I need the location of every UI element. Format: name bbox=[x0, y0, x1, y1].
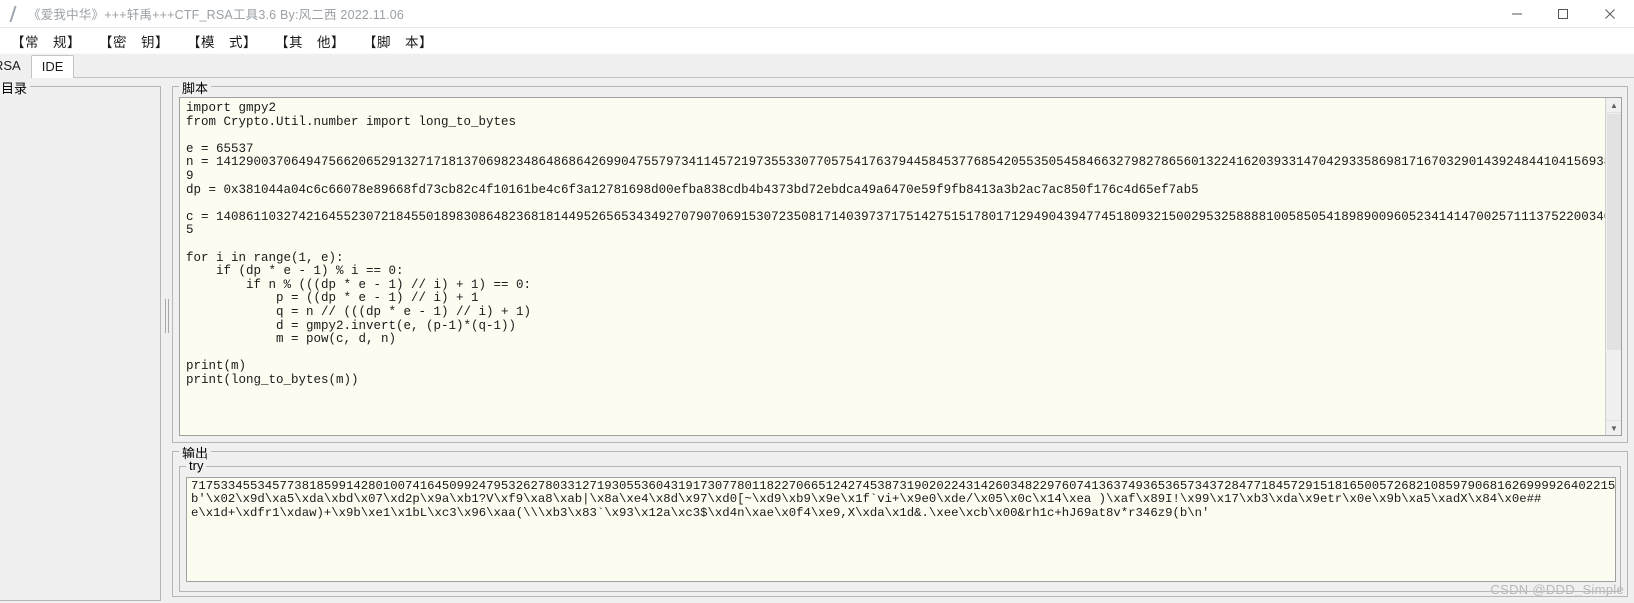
maximize-button[interactable] bbox=[1540, 0, 1586, 28]
title-bar: 《爱我中华》+++轩禹+++CTF_RSA工具3.6 By:风二西 2022.1… bbox=[0, 0, 1634, 28]
scroll-up-icon[interactable]: ▲ bbox=[1606, 98, 1621, 113]
app-logo-icon bbox=[6, 5, 22, 22]
menu-other[interactable]: 【其 他】 bbox=[266, 31, 354, 51]
output-group-box: 输出 try 717533455345773818599142801007416… bbox=[172, 443, 1628, 597]
panel-splitter[interactable] bbox=[163, 78, 172, 603]
watermark-label: CSDN @DDD_Simple bbox=[1490, 582, 1624, 597]
directory-group-title: 目录 bbox=[0, 78, 31, 97]
window-controls bbox=[1494, 0, 1634, 28]
menu-script[interactable]: 【脚 本】 bbox=[354, 31, 442, 51]
script-editor-text[interactable]: import gmpy2 from Crypto.Util.number imp… bbox=[180, 98, 1605, 435]
directory-panel: 目录 bbox=[0, 78, 163, 603]
script-scrollbar[interactable]: ▲ ▼ bbox=[1605, 98, 1621, 435]
output-text: 7175334553457738185991428010074164509924… bbox=[191, 479, 1616, 520]
tab-ide[interactable]: IDE bbox=[30, 55, 75, 78]
directory-group-box: 目录 bbox=[0, 78, 161, 601]
close-button[interactable] bbox=[1586, 0, 1634, 28]
script-group-title: 脚本 bbox=[179, 78, 212, 97]
menu-key[interactable]: 【密 钥】 bbox=[90, 31, 178, 51]
try-group-title: try bbox=[186, 458, 207, 473]
menu-general[interactable]: 【常 规】 bbox=[2, 31, 90, 51]
tab-rsa[interactable]: RSA bbox=[0, 55, 31, 78]
scroll-down-icon[interactable]: ▼ bbox=[1606, 420, 1621, 435]
try-group-box: try 717533455345773818599142801007416450… bbox=[179, 458, 1621, 592]
work-area: 目录 脚本 import gmpy2 from Crypto.Util.numb… bbox=[0, 78, 1634, 603]
window-title: 《爱我中华》+++轩禹+++CTF_RSA工具3.6 By:风二西 2022.1… bbox=[28, 8, 405, 22]
script-group-box: 脚本 import gmpy2 from Crypto.Util.number … bbox=[172, 78, 1628, 443]
menu-mode[interactable]: 【模 式】 bbox=[178, 31, 266, 51]
output-textarea[interactable]: 7175334553457738185991428010074164509924… bbox=[186, 477, 1616, 582]
scrollbar-thumb[interactable] bbox=[1607, 114, 1621, 350]
minimize-button[interactable] bbox=[1494, 0, 1540, 28]
splitter-grip[interactable] bbox=[165, 298, 169, 333]
script-editor[interactable]: import gmpy2 from Crypto.Util.number imp… bbox=[179, 97, 1622, 436]
editor-panel: 脚本 import gmpy2 from Crypto.Util.number … bbox=[172, 78, 1634, 603]
menu-bar: 【常 规】 【密 钥】 【模 式】 【其 他】 【脚 本】 bbox=[0, 28, 1634, 54]
tab-strip: RSA IDE bbox=[0, 54, 1634, 78]
